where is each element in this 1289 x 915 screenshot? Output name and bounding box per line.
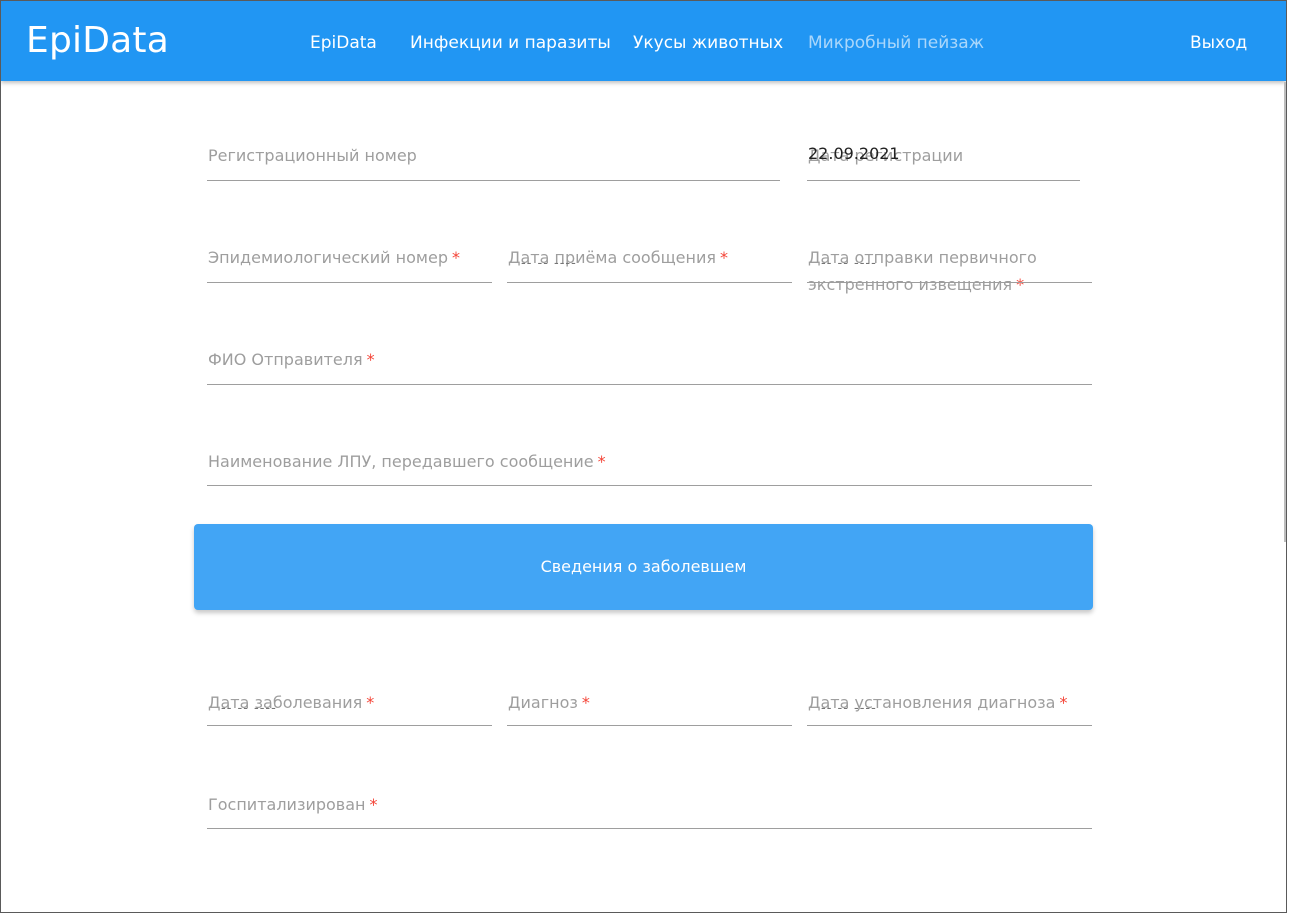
patient-info-section-button[interactable]: Сведения о заболевшем [194, 524, 1093, 610]
registration-date-value: 22.09.2021 [808, 144, 900, 163]
diagnosis-label: Диагноз * [508, 693, 590, 712]
registration-date-field[interactable]: Дата регистрации 22.09.2021 [807, 142, 1080, 222]
nav-item-epidata[interactable]: EpiData [310, 31, 377, 55]
notification-sent-date-label: Дата отправки первичного экстренного изве… [808, 248, 1037, 294]
sender-name-field[interactable]: ФИО Отправителя * [207, 346, 1092, 426]
date-placeholder-dashes: -- -- ---- [821, 256, 877, 271]
notification-sent-date-field[interactable]: Дата отправки первичного экстренного изве… [807, 244, 1092, 324]
message-received-date-underline [507, 282, 792, 283]
epidemiological-number-label: Эпидемиологический номер * [208, 248, 460, 267]
top-navbar: EpiData EpiData Инфекции и паразиты Укус… [1, 1, 1286, 81]
disease-date-field[interactable]: Дата заболевания * -- -- ---- [207, 689, 492, 769]
logout-link[interactable]: Выход [1190, 31, 1247, 55]
lpu-name-underline [207, 485, 1092, 486]
diagnosis-underline [507, 725, 792, 726]
registration-number-field[interactable]: Регистрационный номер [207, 142, 780, 222]
date-placeholder-dashes: -- -- ---- [221, 701, 277, 716]
app-window: EpiData EpiData Инфекции и паразиты Укус… [0, 0, 1287, 913]
sender-name-underline [207, 384, 1092, 385]
registration-number-underline [207, 180, 780, 181]
brand-logo[interactable]: EpiData [26, 19, 169, 63]
hospitalized-label: Госпитализирован * [208, 795, 378, 814]
sender-name-label: ФИО Отправителя * [208, 350, 375, 369]
diagnosis-field[interactable]: Диагноз * [507, 689, 792, 769]
diagnosis-date-underline [807, 725, 1092, 726]
epidemiological-number-underline [207, 282, 492, 283]
lpu-name-label: Наименование ЛПУ, передавшего сообщение * [208, 452, 606, 471]
epidemiological-number-field[interactable]: Эпидемиологический номер * [207, 244, 492, 324]
date-placeholder-dashes: -- -- ---- [521, 256, 577, 271]
nav-item-infections[interactable]: Инфекции и паразиты [410, 31, 611, 55]
diagnosis-date-field[interactable]: Дата установления диагноза * -- -- ---- [807, 689, 1092, 769]
scrollbar[interactable] [1284, 82, 1286, 542]
registration-number-label: Регистрационный номер [208, 146, 417, 165]
notification-sent-date-underline [807, 282, 1092, 283]
date-placeholder-dashes: -- -- ---- [821, 701, 877, 716]
disease-date-underline [207, 725, 492, 726]
message-received-date-field[interactable]: Дата приёма сообщения * -- -- ---- [507, 244, 792, 324]
registration-date-underline [807, 180, 1080, 181]
nav-item-animal-bites[interactable]: Укусы животных [633, 31, 783, 55]
lpu-name-field[interactable]: Наименование ЛПУ, передавшего сообщение * [207, 448, 1092, 528]
hospitalized-underline [207, 828, 1092, 829]
nav-item-microbial-landscape[interactable]: Микробный пейзаж [808, 31, 984, 55]
hospitalized-field[interactable]: Госпитализирован * [207, 791, 1092, 871]
